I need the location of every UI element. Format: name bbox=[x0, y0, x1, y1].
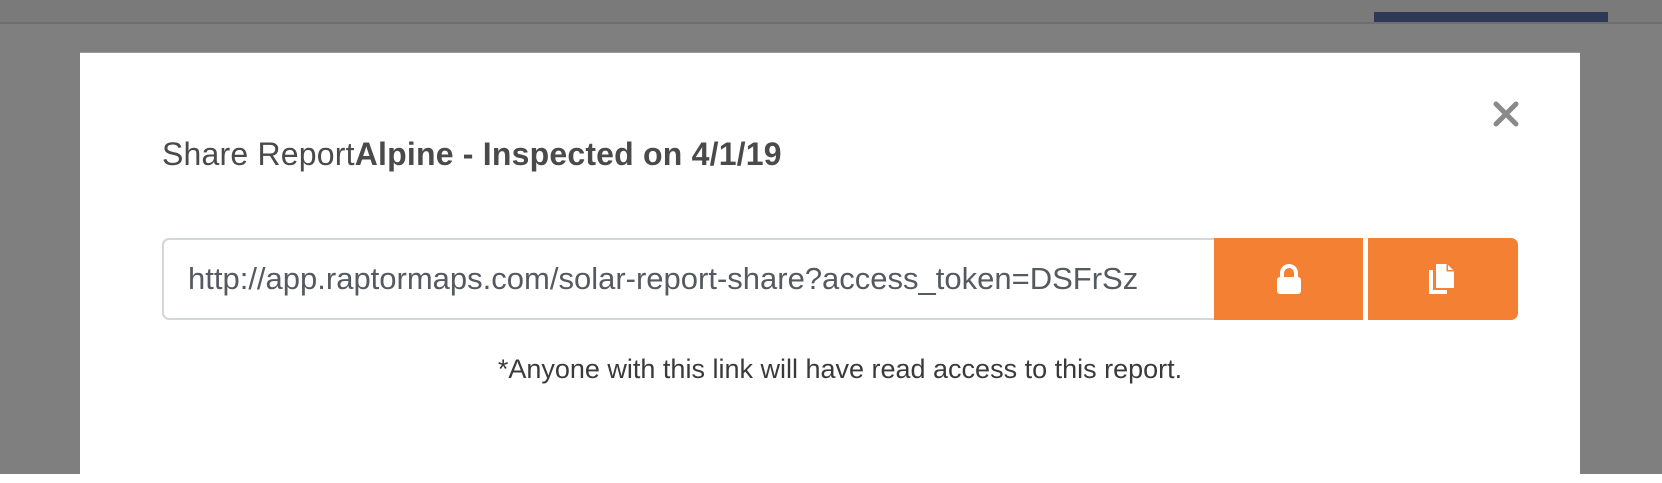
title-prefix: Share Report bbox=[162, 136, 355, 172]
share-notice: *Anyone with this link will have read ac… bbox=[497, 354, 1183, 384]
lock-icon bbox=[1277, 264, 1301, 294]
lock-button[interactable] bbox=[1214, 238, 1363, 320]
copy-icon bbox=[1429, 264, 1454, 294]
close-icon bbox=[1493, 101, 1519, 127]
background-nav-bar bbox=[1374, 12, 1608, 22]
share-url-input[interactable] bbox=[164, 240, 1214, 318]
close-button[interactable] bbox=[1490, 98, 1522, 130]
modal-title: Share ReportAlpine - Inspected on 4/1/19 bbox=[162, 136, 782, 173]
share-url-field[interactable] bbox=[162, 238, 1214, 320]
copy-button[interactable] bbox=[1368, 238, 1518, 320]
report-name: Alpine - Inspected on 4/1/19 bbox=[354, 136, 782, 172]
